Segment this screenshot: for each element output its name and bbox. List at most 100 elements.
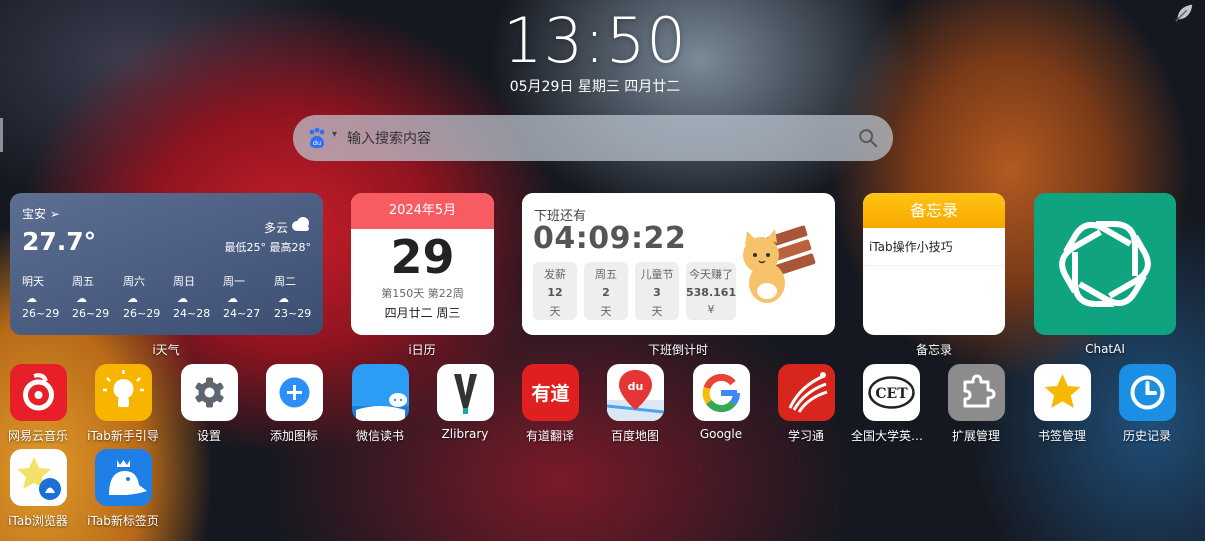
app-bookmark-manager[interactable]: 书签管理 (1022, 364, 1102, 444)
cat-carrying-bricks-illustration (743, 225, 816, 303)
calendar-day: 29 (390, 230, 455, 284)
zlibrary-icon (436, 364, 494, 421)
app-label: 历史记录 (1122, 429, 1171, 443)
app-label: 添加图标 (269, 429, 318, 443)
app-label: 百度地图 (610, 429, 659, 443)
app-label: 微信读书 (355, 429, 404, 443)
app-label: Google (699, 427, 743, 441)
app-wechat-read[interactable]: 微信读书 (340, 364, 420, 444)
calendar-label: i日历 (408, 343, 436, 357)
wechat-read-icon (351, 364, 409, 421)
gear-icon (180, 364, 238, 421)
app-label: 设置 (196, 429, 221, 443)
countdown-box: 周五 2 天 (584, 262, 628, 320)
app-itab-guide[interactable]: iTab新手引导 (83, 364, 163, 444)
clock-icon (1118, 364, 1176, 421)
youdao-icon-text: 有道 (531, 382, 569, 405)
countdown-widget[interactable]: 下班还有 04:09:22 发薪 12 天 周五 2 天 儿童节 3 天 今天赚了 538.1… (522, 193, 835, 335)
cloud-icon (292, 217, 309, 231)
memo-header: 备忘录 (863, 193, 1005, 228)
baidu-icon-text: du (313, 139, 321, 147)
countdown-time: 04:09:22 (533, 221, 687, 256)
app-label: Zlibrary (441, 427, 489, 441)
clock-date: 05月29日 星期三 四月廿二 (509, 79, 681, 95)
forecast-day: 周二 ☁ 23~29 (274, 273, 323, 320)
memo-label: 备忘录 (915, 343, 952, 357)
weather-location: 宝安 ➢ (22, 207, 60, 221)
weather-temperature: 27.7° (22, 227, 97, 256)
memo-widget[interactable]: 备忘录 iTab操作小技巧 (863, 193, 1005, 335)
google-icon (692, 364, 750, 421)
itab-browser-icon (9, 449, 67, 506)
baidu-map-icon-text: du (627, 380, 643, 393)
puzzle-icon (947, 364, 1005, 421)
youdao-icon: 有道 (521, 364, 579, 421)
calendar-lunar: 四月廿二 周三 (384, 306, 461, 320)
forecast-day: 周六 ☁ 26~29 (123, 273, 173, 320)
app-google[interactable]: Google (681, 364, 761, 441)
app-label: 书签管理 (1037, 429, 1086, 443)
weather-condition: 多云 (263, 221, 288, 235)
app-xuexitong[interactable]: 学习通 (766, 364, 846, 444)
lightbulb-icon (94, 364, 152, 421)
app-settings[interactable]: 设置 (169, 364, 249, 444)
forecast-day: 周日 ☁ 24~28 (173, 273, 223, 320)
app-history[interactable]: 历史记录 (1107, 364, 1187, 444)
memo-item[interactable]: iTab操作小技巧 (863, 228, 1005, 266)
app-netease-music[interactable]: 网易云音乐 (0, 364, 78, 444)
cet-icon-text: CET (875, 386, 908, 402)
app-extension-manager[interactable]: 扩展管理 (936, 364, 1016, 444)
app-itab-newtab[interactable]: iTab新标签页 (83, 449, 163, 529)
calendar-week: 第150天 第22周 (381, 287, 464, 300)
app-label: 学习通 (787, 429, 824, 443)
countdown-box: 发薪 12 天 (533, 262, 577, 320)
itab-bird-icon (94, 449, 152, 506)
sidebar-handle[interactable] (0, 118, 3, 152)
app-baidu-map[interactable]: du 百度地图 (595, 364, 675, 444)
forecast-day: 周五 ☁ 26~29 (72, 273, 122, 320)
clock-time: 13:50 (503, 4, 687, 77)
baidu-map-icon: du (606, 364, 664, 421)
rain-cloud-icon: ☁ (278, 292, 289, 305)
chatgpt-widget[interactable] (1034, 193, 1176, 335)
rain-cloud-icon: ☁ (227, 292, 238, 305)
search-input[interactable] (345, 123, 849, 155)
forecast-day: 明天 ☁ 26~29 (22, 273, 72, 320)
xuexitong-icon (777, 364, 835, 421)
app-zlibrary[interactable]: Zlibrary (425, 364, 505, 441)
app-add-icon[interactable]: 添加图标 (254, 364, 334, 444)
weather-widget[interactable]: 宝安 ➢ 27.7° 多云 最低25° 最高28° 明天 ☁ 26~29 周五 ☁ 26… (10, 193, 323, 335)
app-label: iTab新手引导 (87, 429, 159, 443)
chatgpt-label: ChatAI (1085, 342, 1125, 356)
rain-cloud-icon: ☁ (177, 292, 188, 305)
app-youdao[interactable]: 有道 有道翻译 (510, 364, 590, 444)
app-label: 有道翻译 (525, 429, 574, 443)
add-icon (265, 364, 323, 421)
leaf-icon[interactable] (1173, 2, 1195, 24)
app-cet[interactable]: CET 全国大学英语... (851, 364, 931, 444)
countdown-box: 儿童节 3 天 (635, 262, 679, 320)
netease-music-icon (9, 364, 67, 421)
calendar-widget[interactable]: 2024年5月 29 第150天 第22周 四月廿二 周三 (351, 193, 494, 335)
search-icon[interactable] (857, 127, 879, 149)
forecast-day: 周一 ☁ 24~27 (223, 273, 273, 320)
app-label: 扩展管理 (951, 429, 1000, 443)
weather-range: 最低25° 最高28° (224, 241, 312, 254)
baidu-paw-icon[interactable]: du (307, 127, 327, 149)
app-label: 网易云音乐 (7, 429, 68, 443)
calendar-header: 2024年5月 (351, 193, 494, 229)
chevron-down-icon[interactable]: ▾ (332, 129, 337, 140)
location-arrow-icon: ➢ (49, 207, 60, 221)
countdown-label: 下班倒计时 (647, 343, 708, 357)
app-label: iTab浏览器 (8, 514, 68, 528)
rain-cloud-icon: ☁ (26, 292, 37, 305)
app-label: 全国大学英语... (851, 429, 931, 443)
app-label: iTab新标签页 (87, 514, 159, 528)
openai-logo-icon (1059, 221, 1151, 307)
search-bar[interactable]: du ▾ (293, 115, 893, 161)
star-icon (1033, 364, 1091, 421)
app-itab-browser[interactable]: iTab浏览器 (0, 449, 78, 529)
cet-icon: CET (862, 364, 920, 421)
rain-cloud-icon: ☁ (76, 292, 87, 305)
weather-label: i天气 (152, 343, 180, 357)
